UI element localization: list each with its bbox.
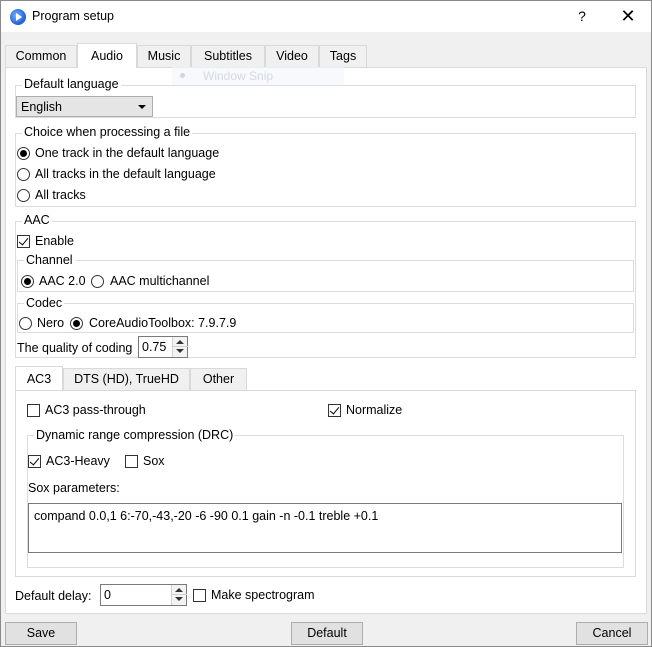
tab-music[interactable]: Music [137, 45, 191, 68]
default-delay-label: Default delay: [15, 589, 92, 603]
aac-channel-title: Channel [24, 253, 75, 267]
tab-subtitles[interactable]: Subtitles [191, 45, 265, 68]
window-snip-overlay: Window Snip [172, 67, 344, 85]
spin-down-icon[interactable] [176, 349, 184, 353]
radio-all-tracks-default[interactable] [17, 168, 30, 181]
tab-ac3[interactable]: AC3 [15, 366, 63, 390]
codec-tabs: AC3 DTS (HD), TrueHD Other [15, 366, 315, 390]
quality-label: The quality of coding [17, 341, 133, 355]
snip-label: Window Snip [203, 69, 274, 83]
normalize-checkbox[interactable] [328, 404, 341, 417]
radio-all-tracks-label[interactable]: All tracks [35, 188, 86, 202]
quality-value[interactable]: 0.75 [142, 340, 166, 354]
radio-aac-multichannel-label[interactable]: AAC multichannel [110, 274, 209, 288]
aac-title: AAC [22, 213, 52, 227]
spin-down-icon[interactable] [175, 597, 183, 601]
spin-divider [172, 594, 187, 595]
ac3-heavy-checkbox[interactable] [28, 455, 41, 468]
chevron-down-icon [138, 105, 146, 109]
radio-aac-2-0[interactable] [21, 275, 34, 288]
save-button[interactable]: Save [5, 622, 77, 645]
tab-tags[interactable]: Tags [319, 45, 367, 68]
delay-spin-buttons[interactable] [171, 585, 187, 605]
ac3-heavy-label[interactable]: AC3-Heavy [46, 454, 110, 468]
tab-dts-truehd[interactable]: DTS (HD), TrueHD [63, 368, 190, 390]
radio-codec-coreaudio-label[interactable]: CoreAudioToolbox: 7.9.7.9 [89, 316, 236, 330]
normalize-label[interactable]: Normalize [346, 403, 402, 417]
window-title: Program setup [32, 9, 114, 23]
radio-aac-multichannel[interactable] [91, 275, 104, 288]
spin-up-icon[interactable] [175, 588, 183, 592]
spectrogram-label[interactable]: Make spectrogram [211, 588, 315, 602]
app-play-icon [10, 9, 26, 25]
quality-spin-buttons[interactable] [172, 337, 188, 357]
language-select-value: English [21, 100, 62, 114]
radio-codec-coreaudio[interactable] [70, 317, 83, 330]
sox-label[interactable]: Sox [143, 454, 165, 468]
processing-choice-title: Choice when processing a file [22, 125, 193, 139]
title-bar: Program setup ? ✕ [1, 1, 651, 32]
cancel-button[interactable]: Cancel [576, 622, 648, 645]
default-button[interactable]: Default [291, 622, 363, 645]
sox-checkbox[interactable] [125, 455, 138, 468]
default-language-title: Default language [22, 77, 121, 91]
tab-video[interactable]: Video [265, 45, 319, 68]
radio-codec-nero[interactable] [19, 317, 32, 330]
radio-all-tracks-default-label[interactable]: All tracks in the default language [35, 167, 216, 181]
help-button[interactable]: ? [559, 1, 605, 32]
ac3-passthrough-checkbox[interactable] [27, 404, 40, 417]
snip-dot-icon [180, 73, 185, 78]
language-select[interactable]: English [16, 96, 153, 117]
program-setup-window: Program setup ? ✕ Common Audio Music Sub… [0, 0, 652, 647]
spin-up-icon[interactable] [176, 340, 184, 344]
tab-audio[interactable]: Audio [77, 43, 137, 68]
default-delay-stepper[interactable]: 0 [100, 584, 187, 606]
radio-all-tracks[interactable] [17, 189, 30, 202]
aac-codec-title: Codec [24, 296, 65, 310]
sox-params-value[interactable]: compand 0.0,1 6:-70,-43,-20 -6 -90 0.1 g… [34, 509, 378, 523]
close-button[interactable]: ✕ [605, 1, 651, 32]
spectrogram-checkbox[interactable] [193, 589, 206, 602]
aac-enable-label[interactable]: Enable [35, 234, 74, 248]
radio-codec-nero-label[interactable]: Nero [37, 316, 64, 330]
radio-one-track-default-label[interactable]: One track in the default language [35, 146, 219, 160]
drc-title: Dynamic range compression (DRC) [34, 428, 236, 442]
tab-other[interactable]: Other [190, 368, 247, 390]
aac-enable-checkbox[interactable] [17, 235, 30, 248]
tab-common[interactable]: Common [5, 45, 77, 68]
radio-one-track-default[interactable] [17, 147, 30, 160]
quality-stepper[interactable]: 0.75 [138, 336, 188, 358]
sox-params-field[interactable]: compand 0.0,1 6:-70,-43,-20 -6 -90 0.1 g… [28, 503, 622, 553]
radio-aac-2-0-label[interactable]: AAC 2.0 [39, 274, 86, 288]
default-delay-value[interactable]: 0 [104, 588, 111, 602]
sox-params-label: Sox parameters: [28, 481, 120, 495]
spin-divider [173, 346, 188, 347]
ac3-passthrough-label[interactable]: AC3 pass-through [45, 403, 146, 417]
